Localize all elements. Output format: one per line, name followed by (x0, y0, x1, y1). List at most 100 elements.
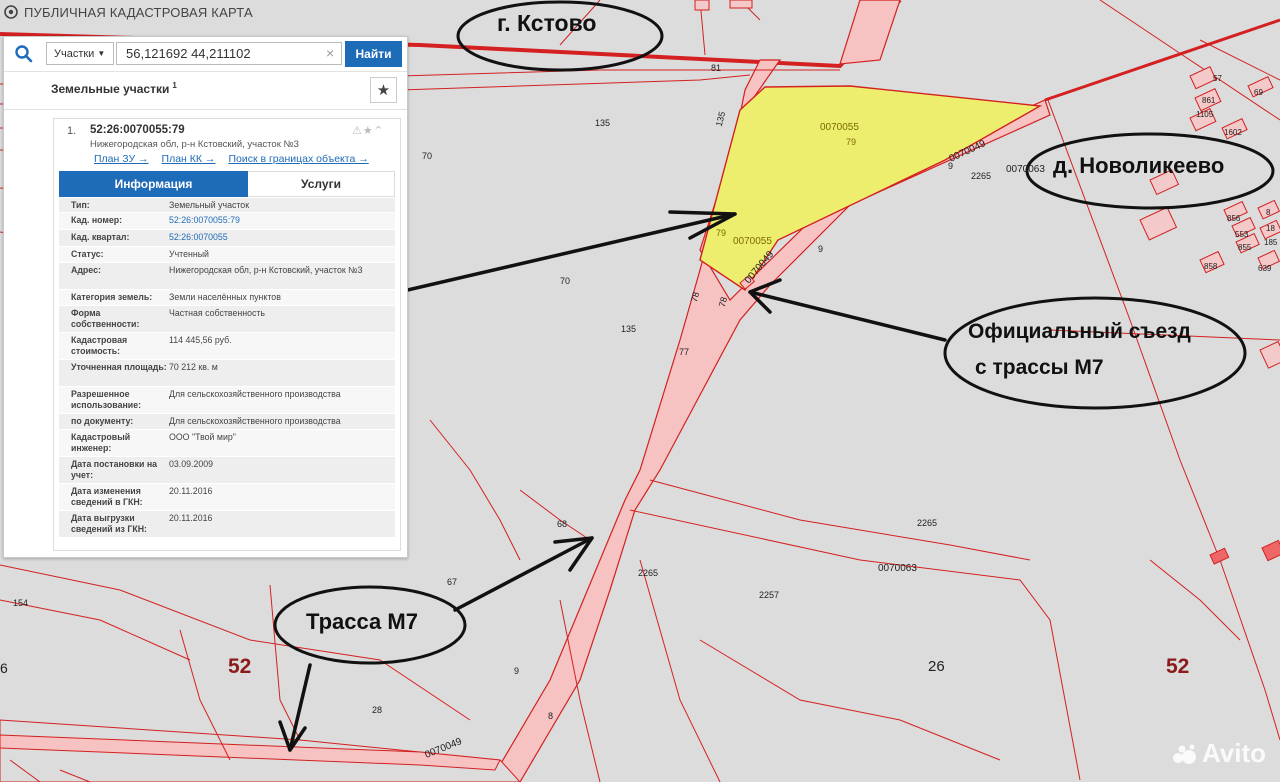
info-row: Кад. квартал: 52:26:0070055 (59, 230, 395, 247)
info-value: 03.09.2009 (169, 459, 214, 469)
link-plan-zu[interactable]: План ЗУ → (94, 153, 149, 165)
info-label: по документу: (71, 416, 134, 426)
info-row: Дата постановки на учет: 03.09.2009 (59, 457, 395, 484)
chevron-up-icon[interactable]: ⌃ (374, 125, 384, 137)
info-row: Дата изменения сведений в ГКН: 20.11.2016 (59, 484, 395, 511)
result-cad-number[interactable]: 52:26:0070055:79 (90, 124, 185, 136)
card-links: План ЗУ → План КК → Поиск в границах объ… (94, 153, 369, 165)
label-77: 77 (679, 347, 690, 357)
info-value-link[interactable]: 52:26:0070055 (169, 230, 395, 246)
info-value: Учтенный (169, 249, 209, 259)
search-bar: Участки ▼ × Найти (4, 37, 407, 72)
app-header: ПУБЛИЧНАЯ КАДАСТРОВАЯ КАРТА (4, 3, 253, 21)
label-639: 639 (1258, 264, 1272, 273)
search-button[interactable]: Найти (345, 41, 402, 67)
label-1105: 1105 (1196, 110, 1214, 119)
info-row: Дата выгрузки сведений из ГКН: 20.11.2016 (59, 511, 395, 538)
label-81: 81 (711, 63, 722, 73)
divider (4, 109, 407, 110)
warning-icon[interactable]: ⚠ (352, 125, 363, 137)
info-row: Статус: Учтенный (59, 247, 395, 263)
info-label: Дата постановки на учет: (71, 459, 158, 480)
avito-watermark: Avito (1172, 738, 1266, 769)
parcel-label-79-bottom: 79 (716, 228, 727, 238)
info-value-link[interactable]: 52:26:0070055:79 (169, 213, 395, 229)
info-row: по документу: Для сельскохозяйственного п… (59, 414, 395, 430)
info-row: Категория земель: Земли населённых пункто… (59, 290, 395, 306)
logo-icon (4, 5, 18, 19)
label-135-c: 135 (621, 324, 637, 334)
label-856: 856 (1227, 214, 1241, 223)
info-table: Тип: Земельный участок Кад. номер: 52:26:0… (59, 198, 395, 538)
label-9-b: 9 (948, 161, 954, 171)
info-value: 114 445,56 руб. (169, 335, 232, 345)
star-icon: ★ (376, 82, 391, 99)
link-search-bounds[interactable]: Поиск в границах объекта → (228, 153, 368, 165)
info-value: 20.11.2016 (169, 513, 213, 523)
info-value: Для сельскохозяйственного производства (169, 389, 341, 399)
results-count: 1 (172, 81, 177, 90)
label-2265-c: 2265 (638, 568, 659, 578)
search-icon[interactable] (14, 44, 34, 64)
result-card[interactable]: 1. 52:26:0070055:79 Нижегородская обл, р… (53, 118, 401, 551)
search-type-select[interactable]: Участки ▼ (46, 42, 114, 65)
parcel-label-79-top: 79 (846, 137, 857, 147)
info-value: Частная собственность (169, 308, 265, 318)
info-row: Тип: Земельный участок (59, 198, 395, 213)
info-label: Дата изменения сведений в ГКН: (71, 486, 143, 507)
label-9-a: 9 (818, 244, 824, 254)
label-9-c: 9 (514, 666, 520, 676)
region-label-52-right: 52 (1166, 655, 1190, 678)
info-value: 20.11.2016 (169, 486, 213, 496)
label-553: 553 (1235, 230, 1249, 239)
info-value: Нижегородская обл, р-н Кстовский, участо… (169, 265, 363, 275)
info-row: Кадастровый инженер: ООО "Твой мир" (59, 430, 395, 457)
info-row: Кадастровая стоимость: 114 445,56 руб. (59, 333, 395, 360)
watermark-text: Avito (1202, 738, 1267, 768)
app-title: ПУБЛИЧНАЯ КАДАСТРОВАЯ КАРТА (24, 4, 253, 20)
clear-icon[interactable]: × (326, 45, 334, 61)
favorite-button[interactable]: ★ (370, 77, 397, 103)
info-value: 70 212 кв. м (169, 362, 218, 372)
label-6: 6 (0, 660, 8, 676)
label-8: 8 (548, 711, 554, 721)
label-185: 185 (1264, 238, 1278, 247)
label-8-b: 8 (1266, 208, 1271, 217)
label-67: 67 (447, 577, 458, 587)
info-row: Уточненная площадь: 70 212 кв. м (59, 360, 395, 387)
info-label: Статус: (71, 249, 104, 259)
label-1602: 1602 (1224, 128, 1242, 137)
label-2257: 2257 (759, 590, 780, 600)
star-icon-small[interactable]: ★ (363, 125, 374, 137)
info-label: Тип: (71, 200, 90, 210)
result-address: Нижегородская обл, р-н Кстовский, участо… (90, 139, 299, 150)
quarter-label-0070063-b: 0070063 (878, 563, 917, 574)
info-label: Кад. квартал: (71, 232, 130, 242)
tab-info[interactable]: Информация (59, 171, 248, 197)
info-label: Форма собственности: (71, 308, 140, 329)
label-855: 855 (1238, 243, 1252, 252)
label-70-b: 70 (560, 276, 571, 286)
info-value: Земельный участок (169, 200, 250, 210)
info-label: Категория земель: (71, 292, 153, 302)
region-label-52-left: 52 (228, 655, 252, 678)
info-label: Дата выгрузки сведений из ГКН: (71, 513, 147, 534)
tab-services[interactable]: Услуги (248, 171, 395, 197)
link-plan-kk[interactable]: План КК → (162, 153, 216, 165)
annotation-highway: Трасса М7 (306, 609, 418, 634)
parcel-label-0070055-top: 0070055 (820, 122, 859, 133)
info-value: Для сельскохозяйственного производства (169, 416, 341, 426)
chevron-down-icon: ▼ (97, 49, 106, 58)
info-row: Кад. номер: 52:26:0070055:79 (59, 213, 395, 230)
annotation-exit-line1: Официальный съезд (968, 320, 1191, 343)
info-panel: Участки ▼ × Найти Земельные участки1 ★ 1… (3, 36, 408, 558)
info-row: Разрешенное использование: Для сельскохоз… (59, 387, 395, 414)
info-value: ООО "Твой мир" (169, 432, 236, 442)
label-2265-b: 2265 (917, 518, 938, 528)
info-label: Уточненная площадь: (71, 362, 167, 372)
search-input[interactable] (116, 42, 342, 65)
annotation-kstovo: г. Кстово (497, 10, 597, 36)
info-label: Кадастровый инженер: (71, 432, 131, 453)
avito-logo-icon (1173, 744, 1196, 764)
info-row: Адрес: Нижегородская обл, р-н Кстовский, … (59, 263, 395, 290)
